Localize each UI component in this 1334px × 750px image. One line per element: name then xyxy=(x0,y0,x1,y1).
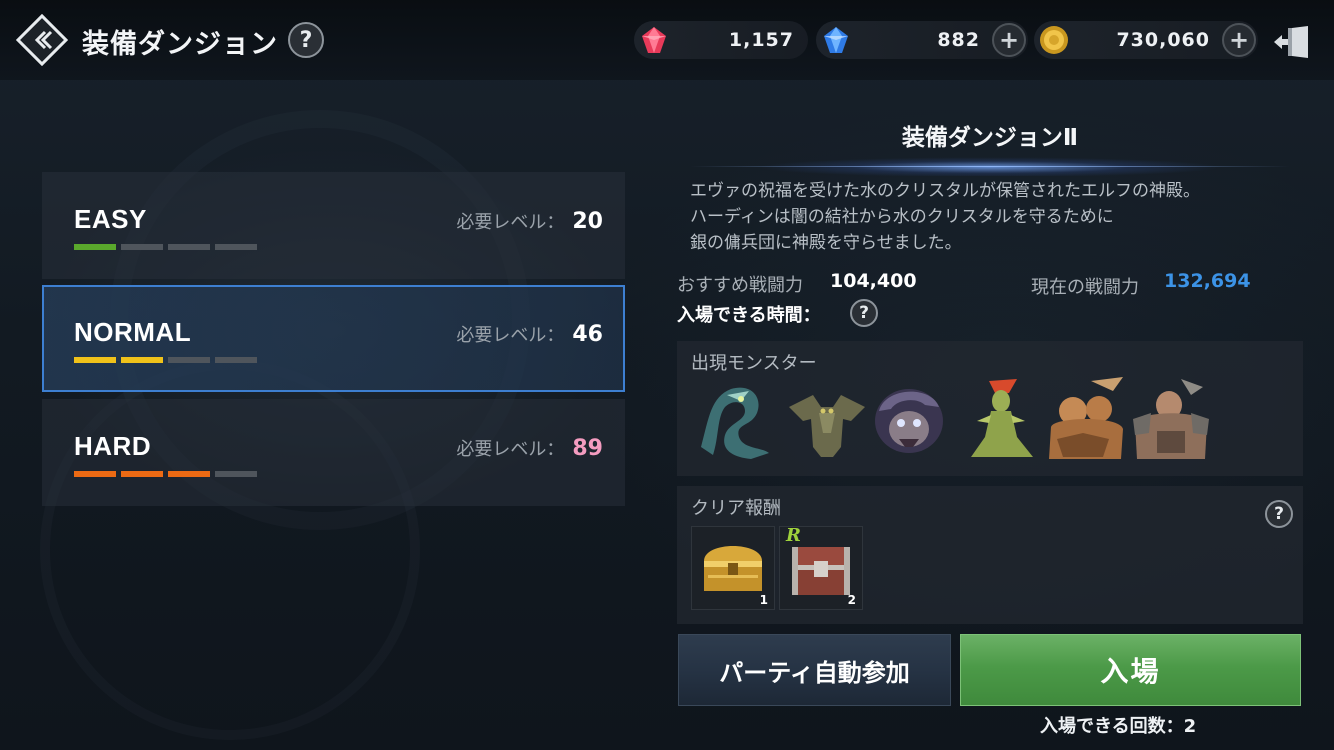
difficulty-bar-empty xyxy=(215,357,257,363)
monster-panel: 出現モンスター xyxy=(677,341,1303,476)
serpent-monster-icon xyxy=(701,387,769,459)
reward-help-button[interactable]: ? xyxy=(1265,500,1293,528)
difficulty-bar-filled xyxy=(74,244,116,250)
reward-panel: クリア報酬 ? 1 R 2 xyxy=(677,486,1303,624)
dungeon-title: 装備ダンジョンⅡ xyxy=(901,125,1079,151)
description-line: 銀の傭兵団に神殿を守らせました。 xyxy=(690,233,962,253)
red-gem-amount: 1,157 xyxy=(728,29,794,51)
difficulty-name: NORMAL xyxy=(74,317,192,347)
required-level: 必要レベル： 46 xyxy=(456,321,603,347)
required-level-label: 必要レベル： xyxy=(456,439,565,460)
add-blue-gem-button[interactable]: + xyxy=(992,23,1026,57)
required-level-value: 20 xyxy=(572,209,603,234)
entry-time-label: 入場できる時間： xyxy=(677,305,821,326)
description-line: ハーディンは闇の結社から水のクリスタルを守るために xyxy=(690,207,1114,227)
difficulty-name: HARD xyxy=(74,431,152,461)
difficulty-bar-filled xyxy=(121,471,163,477)
currency-red-gem: 1,157 xyxy=(634,21,808,59)
required-level-value: 46 xyxy=(572,322,603,347)
exit-button[interactable] xyxy=(1272,24,1312,60)
gargoyle-monster-icon xyxy=(789,395,865,457)
difficulty-name: EASY xyxy=(74,204,147,234)
difficulty-easy[interactable]: EASY 必要レベル： 20 xyxy=(42,172,625,279)
add-gold-button[interactable]: + xyxy=(1222,23,1256,57)
help-button[interactable]: ? xyxy=(288,22,324,58)
gold-amount: 730,060 xyxy=(1116,29,1210,51)
back-icon xyxy=(15,13,69,67)
gold-coin-icon xyxy=(1040,26,1068,54)
entry-time-help-button[interactable]: ? xyxy=(850,299,878,327)
dungeon-description: エヴァの祝福を受けた水のクリスタルが保管されたエルフの神殿。 ハーディンは闇の結… xyxy=(690,178,1310,256)
difficulty-bar-empty xyxy=(168,244,210,250)
exit-door-icon xyxy=(1274,26,1308,58)
difficulty-bar-filled xyxy=(74,471,116,477)
title-glow xyxy=(760,154,1220,176)
recommended-power-value: 104,400 xyxy=(830,270,917,292)
reward-grade: R xyxy=(786,525,801,546)
reward-item[interactable]: R 2 xyxy=(779,525,863,610)
blue-gem-icon xyxy=(824,27,848,53)
back-button[interactable] xyxy=(15,13,69,67)
entry-count: 入場できる回数：2 xyxy=(1040,716,1197,737)
reward-count: 2 xyxy=(847,593,856,607)
difficulty-bar-empty xyxy=(215,244,257,250)
party-auto-join-button[interactable]: パーティ自動参加 xyxy=(678,634,951,706)
two-headed-ogre-monster-icon xyxy=(1049,377,1123,459)
current-power-value: 132,694 xyxy=(1164,270,1251,292)
current-power-label: 現在の戦闘力 xyxy=(1031,277,1139,298)
difficulty-bar-empty xyxy=(215,471,257,477)
difficulty-bars xyxy=(74,244,257,250)
reward-panel-title: クリア報酬 xyxy=(691,498,781,519)
required-level-label: 必要レベル： xyxy=(456,325,565,346)
difficulty-bars xyxy=(74,357,257,363)
difficulty-bars xyxy=(74,471,257,477)
armored-brute-monster-icon xyxy=(1133,379,1209,459)
description-line: エヴァの祝福を受けた水のクリスタルが保管されたエルフの神殿。 xyxy=(690,181,1200,201)
monster-panel-title: 出現モンスター xyxy=(691,353,817,374)
blue-gem-amount: 882 xyxy=(937,29,980,51)
currency-gold: 730,060 + xyxy=(1034,21,1258,59)
required-level-value: 89 xyxy=(572,436,603,461)
required-level: 必要レベル： 89 xyxy=(456,435,603,461)
difficulty-bar-filled xyxy=(121,357,163,363)
page-title: 装備ダンジョン xyxy=(82,29,278,60)
helmeted-orc-monster-icon xyxy=(875,389,943,453)
reward-item[interactable]: 1 xyxy=(691,526,775,610)
recommended-power-label: おすすめ戦闘力 xyxy=(677,275,803,296)
difficulty-bar-filled xyxy=(168,471,210,477)
difficulty-bar-empty xyxy=(121,244,163,250)
difficulty-bar-empty xyxy=(168,357,210,363)
reward-count: 1 xyxy=(759,593,768,607)
naga-monster-icon xyxy=(971,379,1033,457)
currency-blue-gem: 882 + xyxy=(816,21,1028,59)
title-divider xyxy=(690,166,1290,167)
red-gem-icon xyxy=(642,27,666,53)
difficulty-normal[interactable]: NORMAL 必要レベル： 46 xyxy=(42,285,625,392)
difficulty-hard[interactable]: HARD 必要レベル： 89 xyxy=(42,399,625,506)
top-bar: 装備ダンジョン ? 1,157 882 + 730,060 + xyxy=(0,0,1334,80)
enter-button[interactable]: 入場 xyxy=(960,634,1301,706)
required-level: 必要レベル： 20 xyxy=(456,208,603,234)
required-level-label: 必要レベル： xyxy=(456,212,565,233)
difficulty-bar-filled xyxy=(74,357,116,363)
